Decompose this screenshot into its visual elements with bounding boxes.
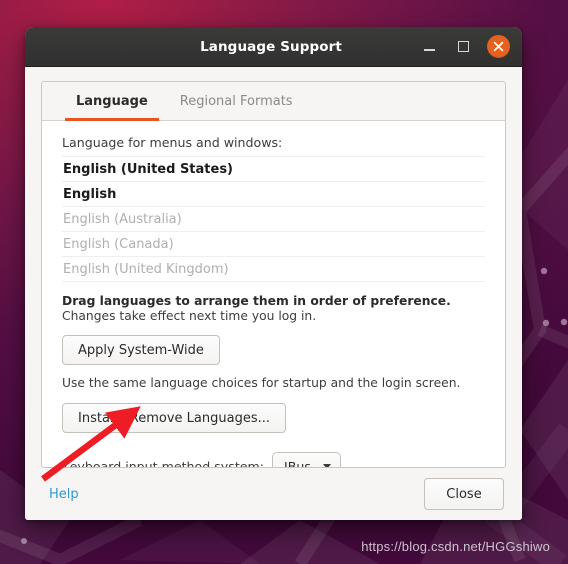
tab-language[interactable]: Language bbox=[60, 82, 164, 121]
tab-regional-formats-label: Regional Formats bbox=[179, 93, 293, 109]
tab-language-label: Language bbox=[76, 93, 148, 109]
apply-system-wide-button[interactable]: Apply System-Wide bbox=[62, 335, 220, 365]
keyboard-input-method-label: Keyboard input method system: bbox=[62, 458, 265, 468]
tab-regional-formats[interactable]: Regional Formats bbox=[164, 82, 309, 120]
install-button-wrapper: Install / Remove Languages... bbox=[62, 403, 485, 433]
list-item[interactable]: English (Australia) bbox=[62, 207, 485, 232]
watermark-text: https://blog.csdn.net/HGGshiwo bbox=[361, 539, 550, 554]
window-titlebar: Language Support bbox=[25, 27, 522, 67]
tab-notebook: Language Regional Formats Language for m… bbox=[41, 81, 506, 468]
list-item[interactable]: English (United States) bbox=[62, 157, 485, 182]
close-button[interactable]: Close bbox=[424, 478, 504, 510]
language-name: English (Australia) bbox=[63, 211, 182, 227]
keyboard-input-method-select[interactable]: IBus bbox=[272, 452, 341, 468]
changes-hint: Changes take effect next time you log in… bbox=[62, 309, 317, 323]
minimize-icon[interactable] bbox=[419, 37, 439, 57]
tab-bar: Language Regional Formats bbox=[42, 82, 505, 121]
help-link[interactable]: Help bbox=[49, 487, 79, 502]
dialog-action-bar: Help Close bbox=[25, 468, 522, 520]
maximize-icon[interactable] bbox=[453, 37, 473, 57]
window-controls bbox=[419, 35, 516, 58]
language-list[interactable]: English (United States) English English … bbox=[62, 156, 485, 282]
language-name: English (Canada) bbox=[63, 236, 174, 252]
install-remove-languages-button[interactable]: Install / Remove Languages... bbox=[62, 403, 286, 433]
keyboard-input-method-row: Keyboard input method system: IBus bbox=[62, 452, 485, 468]
apply-button-wrapper: Apply System-Wide bbox=[62, 335, 485, 365]
language-name: English (United States) bbox=[63, 161, 234, 177]
window-title: Language Support bbox=[200, 38, 342, 55]
list-item[interactable]: English (Canada) bbox=[62, 232, 485, 257]
list-item[interactable]: English (United Kingdom) bbox=[62, 257, 485, 282]
close-icon[interactable] bbox=[487, 35, 510, 58]
language-list-label: Language for menus and windows: bbox=[62, 135, 283, 150]
keyboard-input-method-value: IBus bbox=[284, 458, 311, 468]
apply-note: Use the same language choices for startu… bbox=[62, 376, 461, 390]
language-name: English bbox=[63, 186, 117, 202]
tab-content-language: Language for menus and windows: English … bbox=[42, 121, 505, 468]
language-name: English (United Kingdom) bbox=[63, 261, 229, 277]
language-support-window: Language Support Language Regional Forma… bbox=[25, 27, 522, 520]
drag-hint: Drag languages to arrange them in order … bbox=[62, 294, 451, 308]
list-item[interactable]: English bbox=[62, 182, 485, 207]
